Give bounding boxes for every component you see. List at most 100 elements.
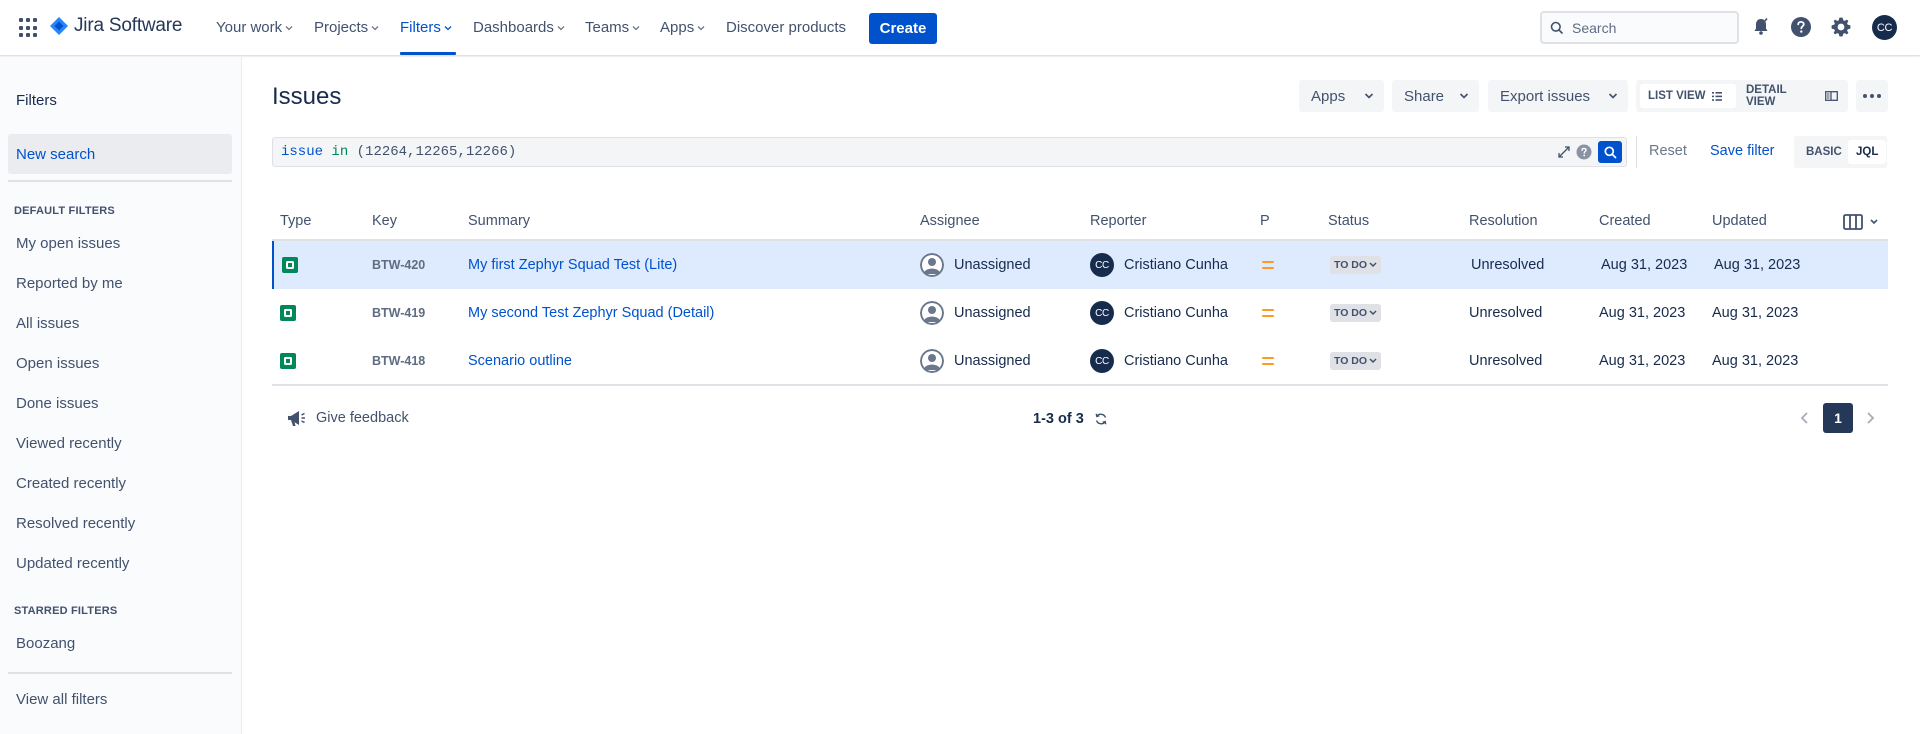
give-feedback-button[interactable]: Give feedback xyxy=(286,408,409,428)
apps-dropdown-button[interactable]: Apps xyxy=(1299,80,1384,112)
status-badge[interactable]: TO DO xyxy=(1330,256,1382,274)
help-icon[interactable] xyxy=(1789,15,1813,39)
user-avatar[interactable]: CC xyxy=(1872,15,1897,40)
sidebar-item-reported-by-me[interactable]: Reported by me xyxy=(16,275,123,292)
nav-teams[interactable]: Teams xyxy=(585,19,640,36)
sidebar-item-new-search[interactable]: New search xyxy=(8,134,232,174)
search-mode-toggle: BASIC JQL xyxy=(1794,136,1887,168)
assignee-name: Unassigned xyxy=(954,257,1031,273)
page-button[interactable]: 1 xyxy=(1823,403,1853,433)
syntax-help-icon[interactable] xyxy=(1576,144,1592,160)
column-header-priority[interactable]: P xyxy=(1260,213,1270,229)
run-search-button[interactable] xyxy=(1598,141,1622,163)
status-badge[interactable]: TO DO xyxy=(1330,304,1382,322)
refresh-icon[interactable] xyxy=(1094,412,1108,426)
app-switcher-icon[interactable] xyxy=(19,18,39,38)
reporter-name: Cristiano Cunha xyxy=(1124,353,1228,369)
next-page-icon[interactable] xyxy=(1862,410,1878,426)
filters-sidebar: Filters New search DEFAULT FILTERS My op… xyxy=(0,57,242,734)
table-row[interactable]: BTW-418 Scenario outline Unassigned CC C… xyxy=(272,337,1888,385)
sidebar-item-all-issues[interactable]: All issues xyxy=(16,315,79,332)
nav-apps[interactable]: Apps xyxy=(660,19,705,36)
reset-button[interactable]: Reset xyxy=(1649,143,1687,159)
nav-apps-label: Apps xyxy=(660,19,695,36)
status-badge[interactable]: TO DO xyxy=(1330,352,1382,370)
assignee-cell: Unassigned xyxy=(920,337,1031,385)
list-view-toggle[interactable]: LIST VIEW xyxy=(1640,84,1736,108)
column-header-updated[interactable]: Updated xyxy=(1712,213,1767,229)
more-actions-icon[interactable] xyxy=(1856,80,1888,112)
give-feedback-label: Give feedback xyxy=(316,410,409,426)
column-header-assignee[interactable]: Assignee xyxy=(920,213,980,229)
unassigned-avatar-icon xyxy=(920,349,944,373)
chevron-down-icon xyxy=(1369,358,1377,364)
column-header-summary[interactable]: Summary xyxy=(468,213,530,229)
jql-mode-button[interactable]: JQL xyxy=(1848,140,1887,164)
sidebar-item-resolved-recently[interactable]: Resolved recently xyxy=(16,515,135,532)
sidebar-item-updated-recently[interactable]: Updated recently xyxy=(16,555,129,572)
sidebar-item-done-issues[interactable]: Done issues xyxy=(16,395,99,412)
nav-filters[interactable]: Filters xyxy=(400,19,452,36)
column-header-reporter[interactable]: Reporter xyxy=(1090,213,1146,229)
sidebar-item-viewed-recently[interactable]: Viewed recently xyxy=(16,435,122,452)
sidebar-item-boozang[interactable]: Boozang xyxy=(16,635,75,652)
issue-key[interactable]: BTW-420 xyxy=(372,241,425,289)
issue-summary[interactable]: My first Zephyr Squad Test (Lite) xyxy=(468,241,677,289)
default-filters-heading: DEFAULT FILTERS xyxy=(14,205,115,217)
column-header-status[interactable]: Status xyxy=(1328,213,1369,229)
status-cell: TO DO xyxy=(1330,241,1382,289)
updated-cell: Aug 31, 2023 xyxy=(1714,257,1801,273)
nav-discover-products[interactable]: Discover products xyxy=(726,19,846,36)
jql-query-input[interactable]: issue in (12264,12265,12266) xyxy=(272,137,1627,167)
jql-operator: in xyxy=(331,144,349,160)
create-button[interactable]: Create xyxy=(869,13,937,44)
issue-summary[interactable]: My second Test Zephyr Squad (Detail) xyxy=(468,289,714,337)
nav-discover-label: Discover products xyxy=(726,19,847,36)
issue-key[interactable]: BTW-418 xyxy=(372,337,425,385)
global-search[interactable] xyxy=(1540,11,1739,44)
sidebar-item-my-open-issues[interactable]: My open issues xyxy=(16,235,120,252)
settings-gear-icon[interactable] xyxy=(1829,15,1853,39)
search-input[interactable] xyxy=(1572,19,1722,36)
reporter-cell: CC Cristiano Cunha xyxy=(1090,241,1228,289)
jira-logo[interactable]: Jira Software xyxy=(50,15,182,37)
expand-icon[interactable] xyxy=(1558,146,1570,158)
export-button-label: Export issues xyxy=(1500,87,1591,105)
issue-key[interactable]: BTW-419 xyxy=(372,289,425,337)
save-filter-button[interactable]: Save filter xyxy=(1710,143,1774,159)
chevron-down-icon xyxy=(371,25,379,30)
status-label: TO DO xyxy=(1334,259,1368,271)
reporter-name: Cristiano Cunha xyxy=(1124,305,1228,321)
column-header-created[interactable]: Created xyxy=(1599,213,1651,229)
nav-dashboards[interactable]: Dashboards xyxy=(473,19,565,36)
notifications-bell-icon[interactable] xyxy=(1749,15,1773,39)
sidebar-item-created-recently[interactable]: Created recently xyxy=(16,475,126,492)
column-picker-icon[interactable] xyxy=(1843,213,1881,231)
table-row[interactable]: BTW-419 My second Test Zephyr Squad (Det… xyxy=(272,289,1888,337)
table-row[interactable]: BTW-420 My first Zephyr Squad Test (Lite… xyxy=(272,241,1888,289)
export-issues-button[interactable]: Export issues xyxy=(1488,80,1628,112)
share-dropdown-button[interactable]: Share xyxy=(1392,80,1479,112)
priority-medium-icon xyxy=(1262,308,1274,318)
sidebar-item-open-issues[interactable]: Open issues xyxy=(16,355,99,372)
column-header-resolution[interactable]: Resolution xyxy=(1469,213,1538,229)
sidebar-title: Filters xyxy=(16,92,57,109)
chevron-down-icon xyxy=(1459,93,1469,99)
results-count: 1-3 of 3 xyxy=(1033,411,1108,427)
basic-mode-button[interactable]: BASIC xyxy=(1798,140,1850,164)
priority-medium-icon xyxy=(1262,356,1274,366)
column-header-key[interactable]: Key xyxy=(372,213,397,229)
nav-projects-label: Projects xyxy=(314,19,369,36)
column-header-type[interactable]: Type xyxy=(280,213,311,229)
nav-projects[interactable]: Projects xyxy=(314,19,379,36)
status-label: TO DO xyxy=(1334,307,1368,319)
assignee-name: Unassigned xyxy=(954,353,1031,369)
issue-summary[interactable]: Scenario outline xyxy=(468,337,572,385)
status-cell: TO DO xyxy=(1330,337,1382,385)
nav-your-work[interactable]: Your work xyxy=(216,19,293,36)
sidebar-item-view-all-filters[interactable]: View all filters xyxy=(16,691,107,708)
previous-page-icon[interactable] xyxy=(1797,410,1813,426)
chevron-down-icon xyxy=(285,25,293,30)
reporter-name: Cristiano Cunha xyxy=(1124,257,1228,273)
detail-view-toggle[interactable]: DETAIL VIEW xyxy=(1738,84,1846,108)
